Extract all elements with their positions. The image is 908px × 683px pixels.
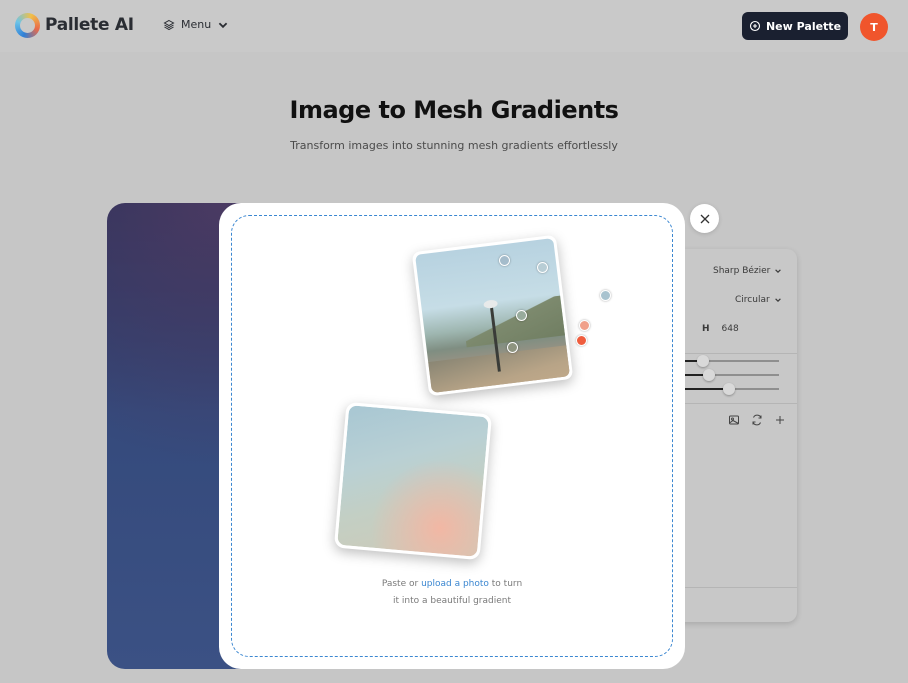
divider xyxy=(672,353,797,354)
plus-icon[interactable] xyxy=(774,414,786,426)
page-title: Image to Mesh Gradients xyxy=(289,96,619,124)
color-dot-2 xyxy=(579,320,590,331)
new-palette-label: New Palette xyxy=(765,19,842,33)
slider-3[interactable] xyxy=(682,383,779,395)
example-photo xyxy=(411,234,574,397)
sample-point xyxy=(537,262,548,273)
divider xyxy=(672,587,797,588)
gradient-swatch xyxy=(337,405,489,557)
height-value: 648 xyxy=(721,324,739,334)
height-label: H xyxy=(702,324,710,334)
close-icon xyxy=(700,214,709,223)
app-name[interactable]: Pallete AI xyxy=(45,15,134,35)
divider xyxy=(672,403,797,404)
menu-button[interactable]: Menu xyxy=(163,18,229,31)
shape-type-value: Circular xyxy=(735,295,770,305)
curve-type-value: Sharp Bézier xyxy=(713,266,771,276)
close-button[interactable] xyxy=(690,204,719,233)
slider-fill xyxy=(682,388,729,390)
chevron-down-icon xyxy=(775,269,782,274)
sample-point xyxy=(499,255,510,266)
mountain-shape xyxy=(461,293,570,348)
height-field[interactable]: H 648 xyxy=(702,324,739,334)
seaside-photo xyxy=(415,238,570,393)
header: Pallete AI Menu New Palette T xyxy=(0,0,908,52)
layers-icon xyxy=(163,19,175,30)
plus-circle-icon xyxy=(749,20,761,32)
upload-photo-link[interactable]: upload a photo xyxy=(421,579,489,589)
chevron-down-icon xyxy=(218,22,228,28)
logo-icon[interactable] xyxy=(15,13,40,38)
chevron-down-icon xyxy=(774,298,781,303)
shape-type-select[interactable]: Circular xyxy=(735,295,782,305)
hint-prefix: Paste or xyxy=(381,579,422,589)
refresh-icon[interactable] xyxy=(751,414,763,426)
example-gradient xyxy=(333,401,493,561)
slider-2[interactable] xyxy=(682,369,779,381)
avatar[interactable]: T xyxy=(860,13,888,41)
curve-type-select[interactable]: Sharp Bézier xyxy=(713,266,782,276)
menu-label: Menu xyxy=(181,18,212,31)
upload-hint-line-2: it into a beautiful gradient xyxy=(392,596,511,606)
color-dot-1 xyxy=(600,290,611,301)
new-palette-button[interactable]: New Palette xyxy=(742,12,848,40)
page-subtitle: Transform images into stunning mesh grad… xyxy=(290,139,618,152)
color-dot-3 xyxy=(576,335,587,346)
hint-suffix: to turn xyxy=(488,579,523,589)
sample-point xyxy=(507,342,518,353)
sample-point xyxy=(516,310,527,321)
slider-knob[interactable] xyxy=(722,383,735,395)
image-icon[interactable] xyxy=(728,414,740,426)
upload-hint-line-1: Paste or upload a photo to turn xyxy=(232,579,672,589)
slider-1[interactable] xyxy=(682,355,779,367)
